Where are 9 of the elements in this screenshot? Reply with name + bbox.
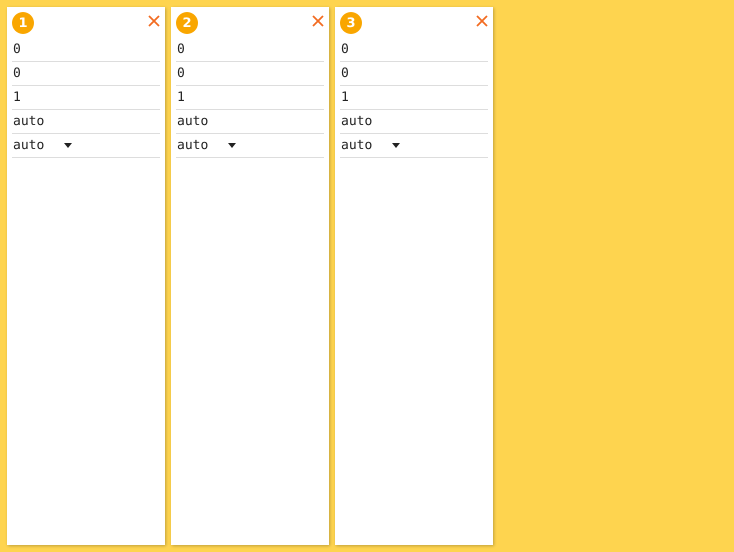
close-icon[interactable]	[148, 15, 160, 27]
item-number-badge: 2	[176, 12, 198, 34]
dropdown-arrow-icon	[228, 143, 236, 148]
item-number-badge: 1	[12, 12, 34, 34]
dropdown-arrow-icon	[64, 143, 72, 148]
item-number-badge: 3	[340, 12, 362, 34]
close-icon[interactable]	[476, 15, 488, 27]
close-icon[interactable]	[312, 15, 324, 27]
dropdown-arrow-icon	[392, 143, 400, 148]
